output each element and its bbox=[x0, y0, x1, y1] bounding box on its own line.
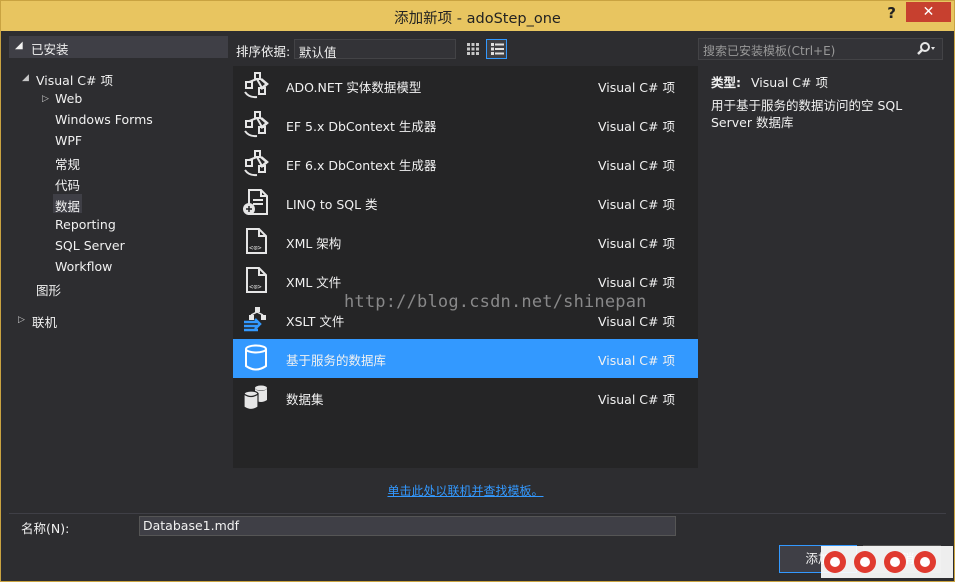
template-row-service-based-database[interactable]: 基于服务的数据库 Visual C# 项 bbox=[233, 339, 698, 378]
installed-header[interactable]: ◢ 已安装 bbox=[9, 36, 228, 58]
xml-file-icon: <⊙> bbox=[246, 267, 267, 293]
linq-to-sql-icon bbox=[243, 189, 268, 215]
online-templates-link[interactable]: 单击此处以联机并查找模板。 bbox=[233, 482, 698, 499]
tree-item-data[interactable]: 数据 bbox=[53, 194, 83, 214]
template-row-xml-file[interactable]: <⊙> XML 文件 Visual C# 项 bbox=[233, 261, 698, 300]
tree-item-general[interactable]: 常规 bbox=[55, 154, 80, 173]
window-title: 添加新项 - adoStep_one bbox=[394, 11, 561, 27]
details-view-button[interactable] bbox=[486, 39, 507, 59]
search-icon[interactable] bbox=[916, 41, 936, 57]
tree-item-label: Web bbox=[55, 91, 83, 106]
tree-item-label: Windows Forms bbox=[55, 112, 153, 127]
add-button[interactable]: 添加 bbox=[779, 545, 857, 573]
tree-item-windows-forms[interactable]: Windows Forms bbox=[55, 112, 153, 127]
expand-arrow-icon: ▷ bbox=[42, 94, 49, 104]
grid-view-icon bbox=[467, 43, 479, 55]
tree-item-graphics[interactable]: 图形 bbox=[36, 280, 61, 299]
details-type-label: 类型: bbox=[711, 75, 741, 90]
search-installed-templates[interactable]: 搜索已安装模板(Ctrl+E) bbox=[698, 38, 943, 60]
tree-item-label: Visual C# 项 bbox=[36, 73, 113, 88]
xml-file-icon: <⊙> bbox=[246, 228, 267, 254]
tree-item-label: 代码 bbox=[55, 178, 81, 193]
collapse-triangle-icon: ◢ bbox=[15, 40, 23, 51]
tree-item-online[interactable]: ▷ 联机 bbox=[18, 312, 58, 331]
tree-item-code[interactable]: 代码 bbox=[55, 175, 80, 194]
template-name: XML 架构 bbox=[286, 236, 342, 251]
svg-text:<⊙>: <⊙> bbox=[249, 244, 262, 252]
template-name: 基于服务的数据库 bbox=[286, 353, 387, 368]
template-row-xslt-file[interactable]: XSLT 文件 Visual C# 项 bbox=[233, 300, 698, 339]
template-type: Visual C# 项 bbox=[598, 353, 675, 368]
name-input[interactable]: Database1.mdf bbox=[139, 516, 676, 536]
title-bar: 添加新项 - adoStep_one ? ✕ bbox=[1, 1, 954, 31]
template-category-pane: ◢ 已安装 ◢ Visual C# 项 ▷ Web Windows Forms … bbox=[9, 36, 228, 508]
expand-arrow-icon: ▷ bbox=[18, 315, 25, 325]
template-type: Visual C# 项 bbox=[598, 392, 675, 407]
template-type: Visual C# 项 bbox=[598, 275, 675, 290]
template-name: EF 6.x DbContext 生成器 bbox=[286, 158, 437, 173]
installed-header-label: 已安装 bbox=[31, 42, 69, 57]
tree-item-label: 常规 bbox=[55, 157, 81, 172]
entity-model-icon bbox=[244, 72, 269, 99]
template-row-ef5-dbcontext[interactable]: EF 5.x DbContext 生成器 Visual C# 项 bbox=[233, 105, 698, 144]
template-type: Visual C# 项 bbox=[598, 197, 675, 212]
template-row-ado-net-entity-model[interactable]: ADO.NET 实体数据模型 Visual C# 项 bbox=[233, 66, 698, 105]
name-label: 名称(N): bbox=[21, 521, 70, 536]
tree-item-label: Reporting bbox=[55, 217, 116, 232]
tree-item-label: 联机 bbox=[32, 315, 58, 330]
name-input-value: Database1.mdf bbox=[143, 518, 240, 533]
xslt-file-icon bbox=[244, 307, 266, 332]
details-type: 类型: Visual C# 项 bbox=[711, 72, 828, 91]
cancel-button[interactable]: 取消 bbox=[863, 545, 941, 573]
template-name: XSLT 文件 bbox=[286, 314, 345, 329]
entity-model-icon bbox=[244, 150, 269, 177]
template-name: XML 文件 bbox=[286, 275, 342, 290]
database-icon bbox=[245, 344, 267, 371]
template-type: Visual C# 项 bbox=[598, 80, 675, 95]
sort-dropdown[interactable]: 默认值 ▼ bbox=[294, 39, 456, 60]
tree-item-web[interactable]: ▷ Web bbox=[42, 91, 83, 106]
template-type: Visual C# 项 bbox=[598, 158, 675, 173]
details-description: 用于基于服务的数据访问的空 SQL Server 数据库 bbox=[711, 98, 903, 130]
template-name: 数据集 bbox=[286, 392, 324, 407]
tree-item-reporting[interactable]: Reporting bbox=[55, 217, 116, 232]
tree-item-label: SQL Server bbox=[55, 238, 125, 253]
template-row-linq-to-sql[interactable]: LINQ to SQL 类 Visual C# 项 bbox=[233, 183, 698, 222]
entity-model-icon bbox=[244, 111, 269, 138]
details-type-value: Visual C# 项 bbox=[750, 75, 828, 90]
template-row-ef6-dbcontext[interactable]: EF 6.x DbContext 生成器 Visual C# 项 bbox=[233, 144, 698, 183]
add-new-item-dialog: 添加新项 - adoStep_one ? ✕ ◢ 已安装 ◢ Visual C#… bbox=[0, 0, 955, 582]
close-button[interactable]: ✕ bbox=[906, 2, 951, 22]
divider bbox=[9, 513, 946, 514]
tree-item-visual-csharp[interactable]: ◢ Visual C# 项 bbox=[22, 70, 113, 89]
template-name: LINQ to SQL 类 bbox=[286, 197, 378, 212]
tree-item-label: 图形 bbox=[36, 283, 62, 298]
tree-item-label: WPF bbox=[55, 133, 83, 148]
tree-item-sql-server[interactable]: SQL Server bbox=[55, 238, 125, 253]
help-button[interactable]: ? bbox=[887, 4, 896, 22]
small-icons-view-button[interactable] bbox=[462, 39, 483, 59]
list-view-icon bbox=[491, 43, 504, 55]
template-row-dataset[interactable]: 数据集 Visual C# 项 bbox=[233, 378, 698, 417]
template-name: EF 5.x DbContext 生成器 bbox=[286, 119, 437, 134]
tree-item-workflow[interactable]: Workflow bbox=[55, 259, 112, 274]
tree-item-label: 数据 bbox=[55, 199, 81, 214]
tree-item-label: Workflow bbox=[55, 259, 113, 274]
template-row-xml-schema[interactable]: <⊙> XML 架构 Visual C# 项 bbox=[233, 222, 698, 261]
tree-item-wpf[interactable]: WPF bbox=[55, 133, 82, 148]
template-name: ADO.NET 实体数据模型 bbox=[286, 80, 422, 95]
chevron-down-icon: ▼ bbox=[299, 45, 306, 54]
template-type: Visual C# 项 bbox=[598, 236, 675, 251]
sort-label: 排序依据: bbox=[236, 44, 291, 59]
template-list: ADO.NET 实体数据模型 Visual C# 项 EF 5.x DbCont… bbox=[233, 66, 698, 468]
expand-arrow-icon: ◢ bbox=[22, 73, 29, 83]
dataset-icon bbox=[243, 385, 267, 411]
svg-text:<⊙>: <⊙> bbox=[249, 283, 262, 291]
search-placeholder: 搜索已安装模板(Ctrl+E) bbox=[703, 44, 836, 58]
template-type: Visual C# 项 bbox=[598, 314, 675, 329]
template-type: Visual C# 项 bbox=[598, 119, 675, 134]
